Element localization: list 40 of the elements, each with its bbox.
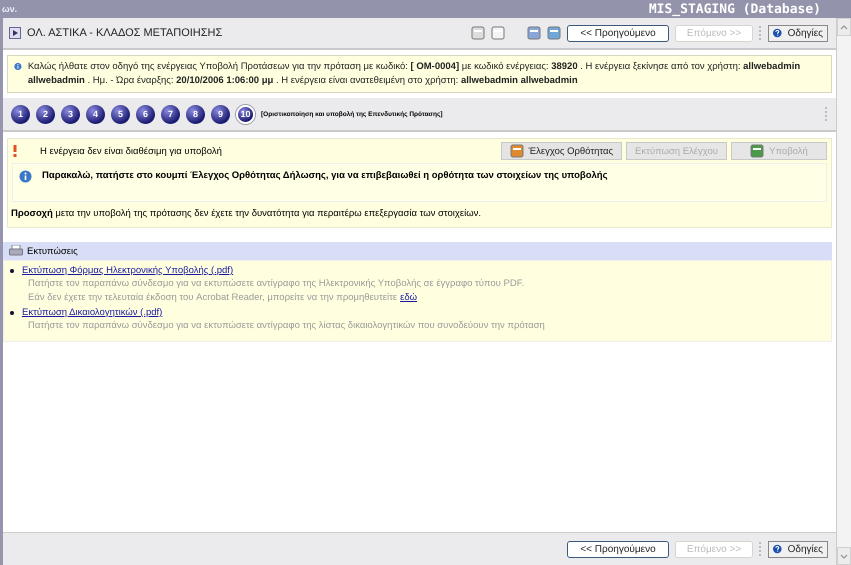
step-button[interactable]: 7 bbox=[161, 104, 180, 124]
help-icon bbox=[773, 543, 782, 555]
description-text: Πατήστε τον παραπάνω σύνδεσμο για να εκτυπώσετε αντίγραφο της Ηλεκτρονικής Υποβολής σε έγγραφο τύπου PDF. bbox=[28, 278, 524, 290]
chevron-up-icon bbox=[840, 24, 848, 30]
step-button[interactable]: 3 bbox=[61, 104, 80, 124]
previous-button[interactable]: << Προηγούμενο bbox=[567, 24, 669, 42]
help-button[interactable]: Οδηγίες bbox=[768, 540, 828, 558]
scroll-down-button[interactable] bbox=[837, 547, 851, 565]
check-button[interactable]: Έλεγχος Ορθότητας bbox=[500, 142, 622, 160]
scroll-up-button[interactable] bbox=[837, 18, 851, 36]
step-button[interactable]: 5 bbox=[111, 104, 130, 124]
step-button[interactable]: 1 bbox=[11, 104, 30, 124]
download-link[interactable]: εδώ bbox=[400, 292, 418, 304]
window-title: MIS_STAGING (Database) bbox=[648, 2, 821, 16]
step-button[interactable]: 9 bbox=[211, 104, 230, 124]
info-icon bbox=[14, 60, 22, 73]
help-icon bbox=[773, 27, 782, 39]
info-icon bbox=[19, 170, 32, 183]
description-text: Πατήστε τον παραπάνω σύνδεσμο για να εκτυπώσετε αντίγραφο της λίστας δικαιολογητικών που συνοδεύουν την πρόταση bbox=[28, 320, 545, 332]
pdf-link[interactable]: Εκτύπωση Δικαιολογητικών (.pdf) bbox=[22, 307, 162, 318]
play-icon bbox=[9, 27, 21, 39]
instruction-text: Παρακαλώ, πατήστε στο κουμπί Έλεγχος Ορθότητας Δήλωσης, για να επιβεβαιωθεί η ορθότητα των στοιχείων της υποβολής bbox=[42, 170, 608, 183]
help-button[interactable]: Οδηγίες bbox=[768, 24, 828, 42]
description-text: Εάν δεν έχετε την τελευταία έκδοση του Acrobat Reader, μπορείτε να την προμηθευτείτε bbox=[28, 292, 398, 304]
exclamation-icon bbox=[12, 145, 18, 157]
step-button[interactable]: 4 bbox=[86, 104, 105, 124]
pdf-link[interactable]: Εκτύπωση Φόρμας Ηλεκτρονικής Υποβολής (.pdf) bbox=[22, 265, 234, 276]
step-button[interactable]: 8 bbox=[186, 104, 205, 124]
page-title: ΟΛ. ΑΣΤΙΚΑ - ΚΛΑΔΟΣ ΜΕΤΑΠΟΙΗΣΗΣ bbox=[27, 27, 224, 39]
welcome-text: Καλώς ήλθατε στον οδηγό της ενέργειας Υποβολή Προτάσεων για την πρόταση με κωδικό: [ OM-0004] με κωδικό ενέργειας: 38920 . Η ενέργεια ξεκίνησε από τον χρήστη: allwebadmin allwebadmin . Ημ. - Ώρα έναρξης: 20/10/2006 1:06:00 μμ . Η ενέργεια είναι ανατεθειμένη στο χρήστη: allwebadmin allwebadmin bbox=[28, 60, 802, 88]
warning-text: Η ενέργεια δεν είναι διαθέσιμη για υποβολή bbox=[39, 146, 223, 156]
step-button[interactable]: 6 bbox=[136, 104, 155, 124]
prints-title: Εκτυπώσεις bbox=[27, 246, 78, 256]
chevron-down-icon bbox=[840, 554, 848, 558]
notice-text: Προσοχή μετα την υποβολή της πρότασης δεν έχετε την δυνατότητα για περαιτέρω επεξεργασία των στοιχείων. bbox=[10, 207, 482, 221]
printer-icon bbox=[9, 245, 23, 257]
step-button[interactable]: 2 bbox=[36, 104, 55, 124]
window-title-fragment: ων. bbox=[2, 4, 18, 14]
step-button[interactable]: 10 bbox=[236, 104, 255, 124]
previous-button[interactable]: << Προηγούμενο bbox=[567, 540, 669, 558]
